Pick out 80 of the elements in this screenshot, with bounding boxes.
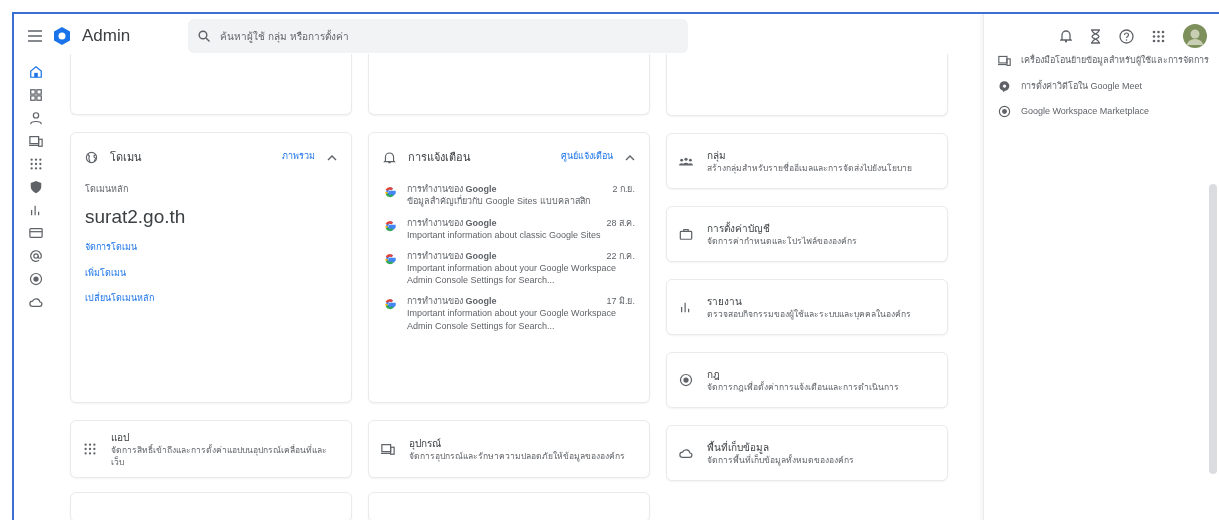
globe-icon xyxy=(85,150,98,164)
home-icon xyxy=(29,64,43,79)
card-title: รายงาน xyxy=(707,294,743,309)
card-description: จัดการกฎเพื่อตั้งค่าการแจ้งเตือนและการดำเนินการ xyxy=(707,381,899,393)
apps-grid-icon[interactable] xyxy=(1152,29,1165,43)
header-link[interactable]: ภาพรวม xyxy=(282,150,315,164)
help-icon[interactable] xyxy=(1119,28,1134,44)
collapse-button[interactable] xyxy=(327,153,337,161)
alert-sender: การทำงานของ Google xyxy=(407,295,497,308)
card-description: จัดการพื้นที่เก็บข้อมูลทั้งหมดขององค์กร xyxy=(707,454,854,466)
shortcut-card[interactable]: กลุ่ม สร้างกลุ่มสำหรับรายชื่ออีเมลและการจัดส่งไปยังนโยบาย xyxy=(666,133,948,189)
alert-message: Important information about classic Google Sites xyxy=(407,228,602,241)
devices-icon xyxy=(998,54,1011,68)
card-description: จัดการสิทธิ์เข้าถึงและการตั้งค่าแอปบนอุปกรณ์เคลื่อนที่และเว็บ xyxy=(111,445,328,468)
card-title: พื้นที่เก็บข้อมูล xyxy=(707,439,770,454)
bell-icon xyxy=(383,150,396,164)
alert-sender: การทำงานของ Google xyxy=(407,216,497,229)
shortcut-card[interactable]: อุปกรณ์ จัดการอุปกรณ์และรักษาความปลอดภัยให้ข้อมูลขององค์กร xyxy=(368,420,650,478)
side-link[interactable]: เครื่องมือโอนย้ายข้อมูลสำหรับผู้ใช้และการจัดการ xyxy=(1021,54,1209,68)
alert-sender: การทำงานของ Google xyxy=(407,183,497,195)
shield-icon xyxy=(29,179,43,194)
alert-date: 2 ก.ย. xyxy=(612,183,635,196)
card-title: โดเมน xyxy=(110,149,143,165)
at-sign-icon xyxy=(29,248,43,263)
side-link[interactable]: Google Workspace Marketplace xyxy=(1021,105,1149,119)
chat-bubble-icon xyxy=(998,79,1011,93)
alert-message: Important information about your Google Workspace Admin Console Settings for Search... xyxy=(407,307,617,332)
avatar-icon[interactable] xyxy=(1183,24,1207,48)
alert-message: Important information about your Google Workspace Admin Console Settings for Search... xyxy=(407,262,617,287)
grid-icon xyxy=(83,442,97,456)
field-label: โดเมนหลัก xyxy=(85,183,129,197)
card-title: การตั้งค่าบัญชี xyxy=(707,220,771,236)
card-title: กลุ่ม xyxy=(707,148,726,162)
google-g-icon xyxy=(383,251,397,266)
briefcase-icon xyxy=(679,227,693,241)
domain-name: surat2.go.th xyxy=(85,204,187,229)
alert-date: 28 ส.ค. xyxy=(606,216,635,229)
menu-icon[interactable] xyxy=(28,30,42,42)
action-link[interactable]: เพิ่มโดเมน xyxy=(85,266,126,281)
side-link[interactable]: การตั้งค่าวิดีโอใน Google Meet xyxy=(1021,79,1143,93)
hourglass-icon[interactable] xyxy=(1090,28,1101,44)
admin-logo-icon xyxy=(52,26,72,46)
dashboard-icon xyxy=(29,87,43,102)
card-title: อุปกรณ์ xyxy=(409,436,442,451)
card-description: ตรวจสอบกิจกรรมของผู้ใช้และระบบและบุคคลในองค์กร xyxy=(707,308,911,320)
shortcut-card[interactable]: แอป จัดการสิทธิ์เข้าถึงและการตั้งค่าแอปบนอุปกรณ์เคลื่อนที่และเว็บ xyxy=(70,420,352,478)
card-description: จัดการค่ากำหนดและโปรไฟล์ขององค์กร xyxy=(707,235,857,247)
google-g-icon xyxy=(383,218,397,233)
shortcut-card[interactable]: พื้นที่เก็บข้อมูล จัดการพื้นที่เก็บข้อมูลทั้งหมดขององค์กร xyxy=(666,425,948,481)
alert-date: 22 ก.ค. xyxy=(606,249,635,262)
devices-icon xyxy=(381,442,395,456)
shortcut-card[interactable]: รายงาน ตรวจสอบกิจกรรมของผู้ใช้และระบบและบุคคลในองค์กร xyxy=(666,279,948,335)
shortcut-card[interactable]: การตั้งค่าบัญชี จัดการค่ากำหนดและโปรไฟล์ขององค์กร xyxy=(666,206,948,262)
grid-icon xyxy=(29,156,43,171)
target-icon xyxy=(29,271,43,286)
cloud-icon xyxy=(679,446,693,460)
app-name: Admin xyxy=(82,25,131,48)
alert-message: ข้อมูลสำคัญเกี่ยวกับ Google Sites แบบคลาสสิก xyxy=(407,195,591,208)
card-title: กฎ xyxy=(707,367,720,380)
action-link[interactable]: เปลี่ยนโดเมนหลัก xyxy=(85,292,154,306)
shortcut-card[interactable]: กฎ จัดการกฎเพื่อตั้งค่าการแจ้งเตือนและการดำเนินการ xyxy=(666,352,948,408)
card-title: แอป xyxy=(111,431,130,444)
scrollbar[interactable] xyxy=(1209,184,1217,474)
card-description: จัดการอุปกรณ์และรักษาความปลอดภัยให้ข้อมูลขององค์กร xyxy=(409,450,625,462)
google-g-icon xyxy=(383,185,397,200)
target-icon xyxy=(998,105,1011,119)
card-description: สร้างกลุ่มสำหรับรายชื่ออีเมลและการจัดส่งไปยังนโยบาย xyxy=(707,162,912,174)
search-field[interactable]: ค้นหาผู้ใช้ กลุ่ม หรือการตั้งค่า xyxy=(188,19,689,53)
action-link[interactable]: จัดการโดเมน xyxy=(85,241,137,255)
collapse-button[interactable] xyxy=(625,153,635,161)
user-icon xyxy=(29,110,43,125)
devices-icon xyxy=(29,133,43,148)
alert-date: 17 มิ.ย. xyxy=(606,295,635,308)
google-g-icon xyxy=(383,297,397,312)
card-icon xyxy=(29,225,43,240)
card-title: การแจ้งเตือน xyxy=(408,149,472,165)
header-link[interactable]: ศูนย์แจ้งเตือน xyxy=(561,150,613,164)
alert-sender: การทำงานของ Google xyxy=(407,249,497,262)
target-icon xyxy=(679,373,693,387)
bell-icon[interactable] xyxy=(1060,29,1072,43)
